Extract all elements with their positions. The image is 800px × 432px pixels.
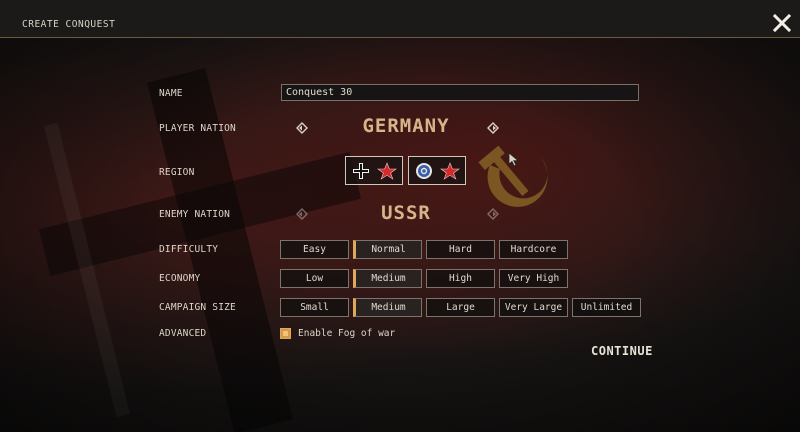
region-option-eastern-front[interactable] (345, 156, 403, 185)
campaign-size-option-unlimited[interactable]: Unlimited (572, 298, 641, 317)
campaign-size-option-small[interactable]: Small (280, 298, 349, 317)
economy-label: ECONOMY (159, 273, 201, 284)
continue-button[interactable]: CONTINUE (591, 344, 653, 358)
enemy-nation-label: ENEMY NATION (159, 209, 231, 220)
difficulty-option-normal[interactable]: Normal (353, 240, 422, 259)
campaign-size-option-large[interactable]: Large (426, 298, 495, 317)
campaign-size-option-very-large[interactable]: Very Large (499, 298, 568, 317)
close-icon[interactable] (771, 12, 793, 34)
player-nation-prev-arrow-icon[interactable] (296, 122, 308, 134)
checkbox-checked-mark (283, 331, 288, 336)
enemy-nation-value: USSR (381, 202, 431, 224)
enemy-nation-next-arrow-icon[interactable] (487, 208, 499, 220)
economy-option-medium[interactable]: Medium (353, 269, 422, 288)
mouse-cursor-icon (508, 152, 520, 167)
campaign-size-option-medium[interactable]: Medium (353, 298, 422, 317)
region-label: REGION (159, 167, 195, 178)
conquest-name-input[interactable] (281, 84, 639, 101)
fog-of-war-label: Enable Fog of war (298, 328, 396, 339)
soviet-star-icon (377, 162, 397, 180)
player-nation-label: PLAYER NATION (159, 123, 236, 134)
difficulty-option-hardcore[interactable]: Hardcore (499, 240, 568, 259)
economy-option-low[interactable]: Low (280, 269, 349, 288)
create-conquest-dialog: CREATE CONQUEST NAME PLAYER NATION GERMA… (0, 0, 800, 432)
soviet-star-icon (440, 162, 460, 180)
name-label: NAME (159, 88, 183, 99)
dialog-header: CREATE CONQUEST (0, 0, 800, 38)
economy-option-very-high[interactable]: Very High (499, 269, 568, 288)
german-cross-icon (353, 163, 369, 179)
enemy-nation-prev-arrow-icon[interactable] (296, 208, 308, 220)
raf-roundel-icon (416, 163, 432, 179)
difficulty-option-hard[interactable]: Hard (426, 240, 495, 259)
player-nation-value: GERMANY (362, 115, 450, 137)
region-option-allied-front[interactable] (408, 156, 466, 185)
campaign-size-label: CAMPAIGN SIZE (159, 302, 236, 313)
fog-of-war-checkbox[interactable] (280, 328, 291, 339)
difficulty-label: DIFFICULTY (159, 244, 219, 255)
dialog-title: CREATE CONQUEST (22, 19, 116, 30)
economy-option-high[interactable]: High (426, 269, 495, 288)
difficulty-option-easy[interactable]: Easy (280, 240, 349, 259)
advanced-label: ADVANCED (159, 328, 207, 339)
player-nation-next-arrow-icon[interactable] (487, 122, 499, 134)
